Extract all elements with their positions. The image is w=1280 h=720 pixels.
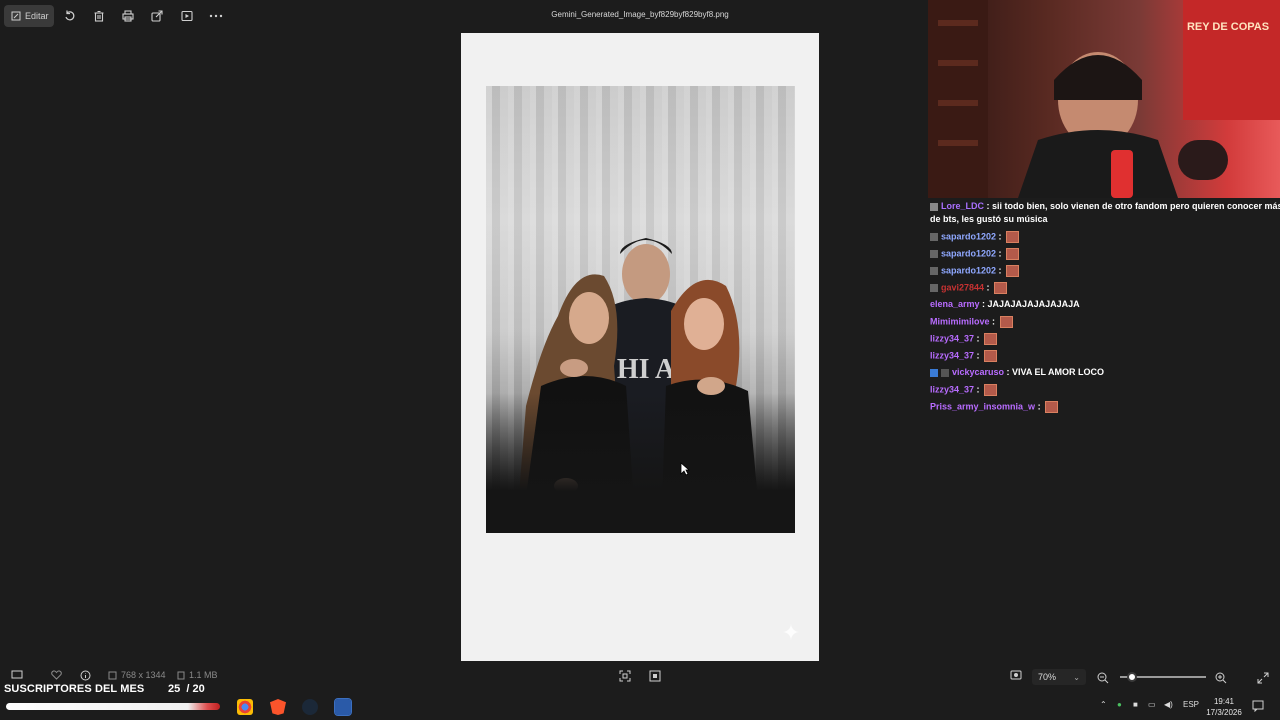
image-canvas[interactable]: HI A ✦ — [461, 33, 819, 661]
language-indicator[interactable]: ESP — [1183, 700, 1199, 709]
emote-icon — [1006, 265, 1020, 277]
tray-chevron-icon[interactable]: ⌃ — [1100, 700, 1107, 709]
chat-message: Mimimimilove : — [930, 316, 1013, 328]
screenshot-icon[interactable] — [1010, 670, 1022, 680]
zoom-dropdown[interactable]: 70% ⌄ — [1032, 669, 1086, 685]
notifications-icon[interactable] — [1252, 699, 1264, 717]
chat-message: vickycaruso : VIVA EL AMOR LOCO — [930, 367, 1104, 377]
tray-app-icon[interactable]: ● — [1117, 700, 1122, 709]
edit-button[interactable]: Editar — [4, 5, 54, 27]
fullscreen-icon[interactable] — [1257, 671, 1269, 689]
info-icon[interactable] — [80, 670, 91, 681]
emote-icon — [1006, 248, 1020, 260]
delete-icon[interactable] — [92, 9, 106, 23]
chat-message: lizzy34_37 : — [930, 384, 998, 396]
favorite-icon[interactable] — [51, 670, 62, 680]
steam-icon[interactable] — [302, 699, 318, 715]
emote-icon — [1006, 231, 1020, 243]
filesize: 1.1 MB — [177, 670, 218, 680]
chat-message: gavi27844 : — [930, 282, 1008, 294]
chat-message: sapardo1202 : — [930, 265, 1020, 277]
chat-message: lizzy34_37 : — [930, 350, 998, 362]
tray-security-icon[interactable]: ■ — [1133, 700, 1138, 709]
volume-icon[interactable]: ◀) — [1164, 700, 1173, 709]
chat-message: sapardo1202 : — [930, 231, 1020, 243]
edit-icon — [11, 11, 21, 21]
mouse-cursor-icon — [680, 462, 690, 476]
actual-size-icon[interactable] — [649, 670, 661, 682]
brave-icon[interactable] — [270, 699, 286, 715]
svg-text:REY DE COPAS: REY DE COPAS — [1187, 21, 1269, 33]
slideshow-icon[interactable] — [180, 9, 194, 23]
chat-message-continued: de bts, les gustó su música — [930, 214, 1048, 224]
dimensions: 768 x 1344 — [108, 670, 166, 680]
streamer-webcam: REY DE COPAS — [928, 0, 1280, 198]
subs-counter: 25 / 20 — [168, 683, 205, 695]
subs-progress-bar — [6, 703, 220, 710]
edit-label: Editar — [25, 11, 49, 21]
network-icon[interactable]: ▭ — [1148, 700, 1156, 709]
sparkle-icon: ✦ — [781, 620, 801, 645]
photos-app-icon[interactable] — [334, 698, 352, 716]
file-name: Gemini_Generated_Image_byf829byf829byf8.… — [551, 10, 729, 19]
emote-icon — [984, 350, 998, 362]
emote-icon — [994, 282, 1008, 294]
taskbar-clock[interactable]: 19:41 17/3/2026 — [1200, 696, 1248, 718]
filmstrip-icon[interactable] — [11, 670, 23, 680]
zoom-slider-thumb[interactable] — [1127, 672, 1137, 682]
more-icon[interactable] — [209, 9, 223, 23]
emote-icon — [984, 333, 998, 345]
chat-message: elena_army : JAJAJAJAJAJAJAJA — [930, 299, 1080, 309]
fit-to-window-icon[interactable] — [619, 670, 631, 682]
chat-message: Priss_army_insomnia_w : — [930, 401, 1059, 413]
chevron-down-icon: ⌄ — [1073, 672, 1080, 682]
share-icon[interactable] — [150, 9, 164, 23]
svg-text:HI A: HI A — [617, 354, 676, 385]
rotate-icon[interactable] — [63, 9, 77, 23]
chat-message: lizzy34_37 : — [930, 333, 998, 345]
photo-image: HI A — [486, 86, 795, 533]
emote-icon — [1045, 401, 1059, 413]
zoom-out-icon[interactable] — [1097, 671, 1109, 689]
chrome-icon[interactable] — [237, 699, 253, 715]
emote-icon — [999, 316, 1013, 328]
zoom-in-icon[interactable] — [1215, 671, 1227, 689]
emote-icon — [984, 384, 998, 396]
photo-viewer-toolbar: Editar Gemini_Generated_Image_byf829byf8… — [0, 0, 928, 32]
print-icon[interactable] — [121, 9, 135, 23]
subs-label: SUSCRIPTORES DEL MES — [4, 683, 145, 695]
chat-message: sapardo1202 : — [930, 248, 1020, 260]
chat-message: Lore_LDC : sii todo bien, solo vienen de… — [930, 201, 1280, 211]
stream-chat: Lore_LDC : sii todo bien, solo vienen de… — [928, 198, 1280, 418]
